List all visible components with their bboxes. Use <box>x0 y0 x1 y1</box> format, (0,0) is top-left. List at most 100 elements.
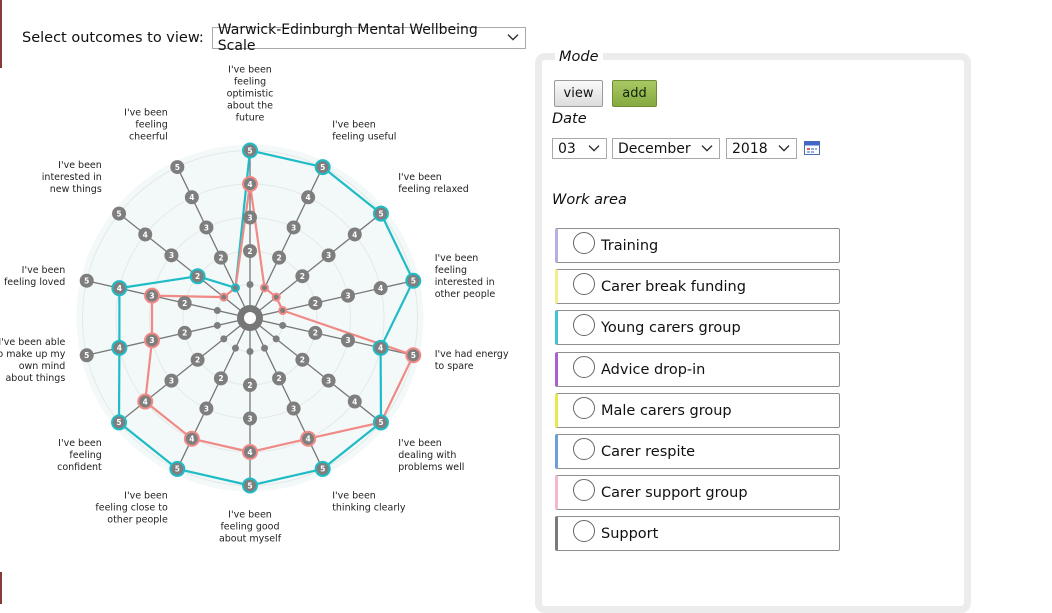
radar-axis-label-line: I've been <box>228 510 272 521</box>
radar-axis-label-line: own mind <box>19 361 66 372</box>
radar-axis-label: I've been feeling loved <box>4 265 65 288</box>
radar-node-value: 2 <box>276 253 281 262</box>
radar-node-value: 4 <box>352 397 357 406</box>
radar-axis-label-line: I've been <box>398 172 442 183</box>
month-select[interactable]: December <box>612 138 720 159</box>
radar-axis-label: I've been able to make up my own mind about… <box>0 337 66 384</box>
radar-node <box>260 283 270 293</box>
radar-node-value: 4 <box>352 230 357 239</box>
radar-axis-label: I've been dealing with problems well <box>398 438 464 473</box>
radar-node-value: 2 <box>218 253 223 262</box>
radar-axis-label-line: I've been able <box>0 337 65 348</box>
radar-node <box>219 292 229 302</box>
radar-axis-label-line: to make up my <box>0 349 66 360</box>
radar-axis-label-line: I've been <box>22 265 66 276</box>
radar-node <box>261 344 269 352</box>
radar-axis-label-line: feeling loved <box>4 277 65 288</box>
radio-button[interactable] <box>573 355 595 378</box>
chevron-down-icon <box>507 34 519 41</box>
radar-node-value: 4 <box>189 435 194 444</box>
radar-axis-label: I've had energy to spare <box>435 349 509 372</box>
work-area-option[interactable]: Carer support group <box>555 475 840 511</box>
radar-node-value: 4 <box>378 284 383 293</box>
radar-axis-label-line: interested in <box>435 277 495 288</box>
radar-node-value: 3 <box>345 336 350 345</box>
radar-axis-label-line: problems well <box>398 462 464 473</box>
work-area-option[interactable]: Carer respite <box>555 434 840 469</box>
radar-axis-label-line: dealing with <box>398 450 456 461</box>
radio-button[interactable] <box>573 273 595 296</box>
radar-node <box>213 307 221 315</box>
radar-center-dot <box>244 312 256 324</box>
radar-node-value: 4 <box>143 230 148 239</box>
radar-node-value: 5 <box>411 351 416 360</box>
radar-axis-label-line: confident <box>57 462 102 473</box>
work-area-option-label: Carer respite <box>601 444 696 460</box>
radar-node-value: 5 <box>378 209 383 218</box>
day-select[interactable]: 03 <box>552 138 607 159</box>
work-area-option[interactable]: Young carers group <box>555 310 840 346</box>
radar-node-value: 5 <box>411 277 416 286</box>
radar-node-value: 5 <box>175 465 180 474</box>
work-area-option[interactable]: Advice drop-in <box>555 351 840 387</box>
add-button[interactable]: add <box>612 80 657 107</box>
radar-axis-label: I've been thinking clearly <box>332 491 406 514</box>
left-edge-marker-bottom <box>0 572 2 604</box>
radar-axis-label-line: feeling good <box>220 522 279 533</box>
day-select-value: 03 <box>558 140 576 157</box>
radar-axis-label-line: feeling <box>135 119 167 130</box>
radio-button[interactable] <box>573 396 595 419</box>
radar-axis-label-line: I've been <box>58 438 102 449</box>
work-area-option-label: Advice drop-in <box>601 361 706 378</box>
radar-axis-label-line: about myself <box>219 534 282 545</box>
radar-node-value: 2 <box>247 381 252 390</box>
radar-axis-label-line: new things <box>50 184 102 195</box>
work-area-option[interactable]: Male carers group <box>555 392 840 428</box>
radio-button[interactable] <box>573 520 595 543</box>
radar-axis-label-line: other people <box>107 515 168 526</box>
radar-node-value: 2 <box>313 299 318 308</box>
view-button[interactable]: view <box>554 80 603 107</box>
radar-chart: 2 3 4 5 2 3 4 5 2 3 4 5 2 3 4 5 2 3 4 5 2 3 4 5 2 3 4 5 2 3 4 5 2 3 4 5 2 3 4 5… <box>0 65 509 545</box>
radar-node <box>272 335 280 343</box>
radio-button[interactable] <box>573 479 595 502</box>
radar-node-value: 5 <box>84 351 89 360</box>
outcome-select[interactable]: Warwick-Edinburgh Mental Wellbeing Scale <box>211 22 526 54</box>
radio-button[interactable] <box>573 232 595 254</box>
chevron-down-icon <box>778 144 790 152</box>
radar-node-value: 5 <box>247 146 252 155</box>
radar-node-value: 4 <box>189 193 194 202</box>
work-area-option[interactable]: Carer break funding <box>555 269 840 305</box>
radar-axis-label: I've been feeling relaxed <box>398 172 469 195</box>
radar-node-value: 2 <box>276 374 281 383</box>
work-area-option-label: Carer support group <box>601 485 748 502</box>
radar-node-value: 3 <box>326 376 331 385</box>
radio-button[interactable] <box>573 314 595 337</box>
radar-axis-label-line: to spare <box>435 361 474 372</box>
radar-node-value: 4 <box>306 193 311 202</box>
radar-axis-label-line: feeling <box>69 450 101 461</box>
radio-button[interactable] <box>573 438 595 460</box>
radar-axis-label-line: optimistic <box>227 89 274 100</box>
radar-node <box>230 283 240 293</box>
work-area-option-label: Training <box>601 238 659 254</box>
work-area-option[interactable]: Support <box>555 516 840 552</box>
radar-node-value: 5 <box>320 163 325 172</box>
radar-node-value: 2 <box>300 272 305 281</box>
radar-node-value: 2 <box>218 374 223 383</box>
radar-axis-label: I've been feeling confident <box>57 438 102 473</box>
calendar-icon[interactable] <box>804 141 820 155</box>
radar-node-value: 4 <box>117 284 122 293</box>
radar-node-value: 2 <box>300 356 305 365</box>
radar-axis-label-line: I've had energy <box>435 349 509 360</box>
year-select[interactable]: 2018 <box>726 138 797 159</box>
radar-node-value: 3 <box>291 223 296 232</box>
outcome-selector-label: Select outcomes to view: <box>22 30 204 46</box>
work-area-option[interactable]: Training <box>555 228 840 263</box>
radar-axis-label-line: about things <box>5 373 65 384</box>
radar-node <box>278 306 288 316</box>
radar-axis-label: I've been feeling useful <box>332 119 396 142</box>
radar-node <box>246 281 254 288</box>
radar-node-value: 5 <box>247 481 252 490</box>
work-area-option-label: Support <box>601 526 659 543</box>
